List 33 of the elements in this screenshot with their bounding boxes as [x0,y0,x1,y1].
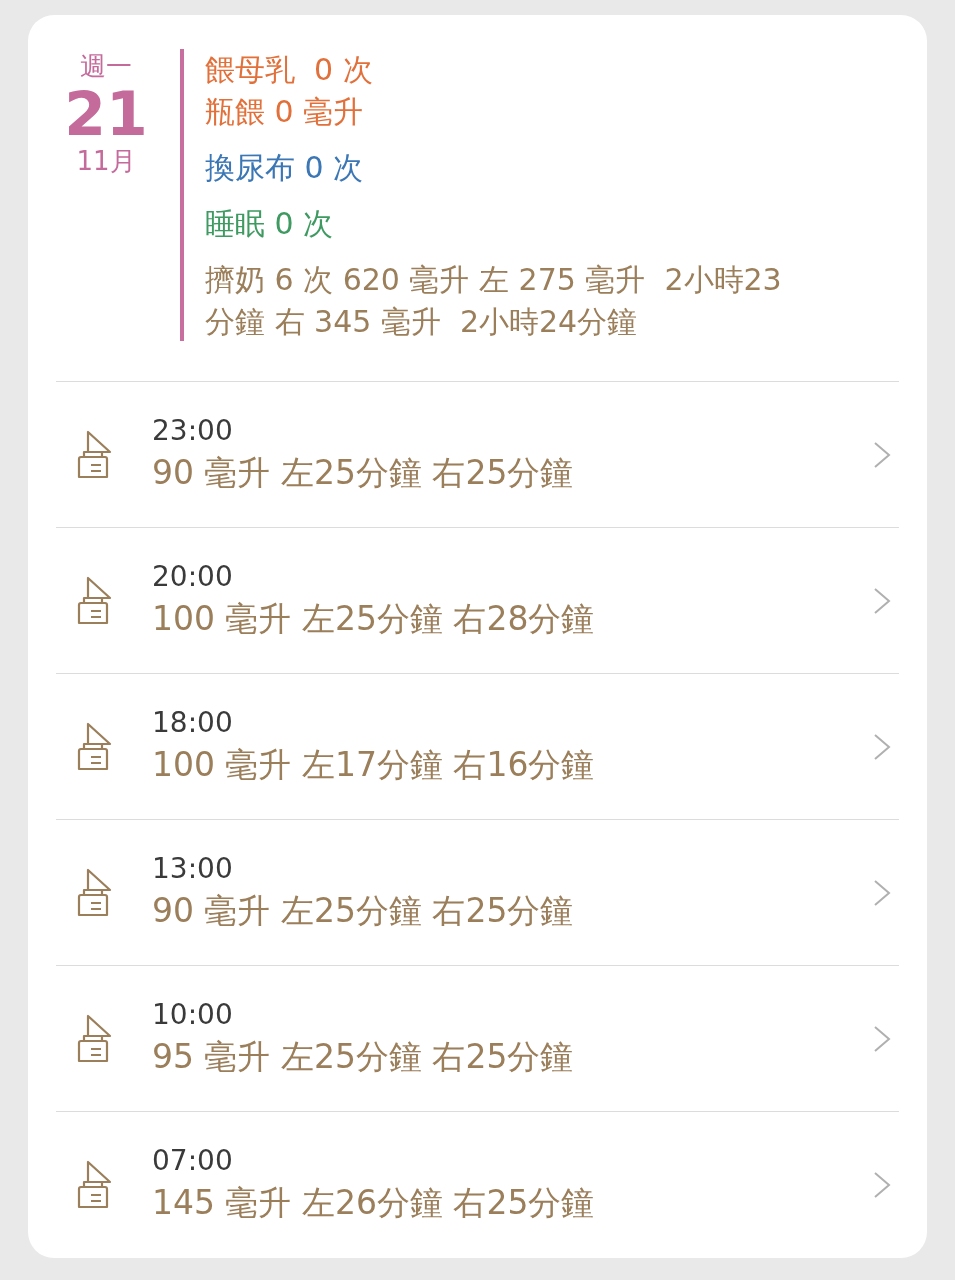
summary-line: 瓶餵 0 毫升 [205,93,365,131]
entry-time: 10:00 [152,996,234,1033]
chevron-icon [873,878,891,907]
entry-time: 13:00 [152,850,234,887]
entry-row[interactable]: 07:00 145 毫升 左26分鐘 右25分鐘 [56,1112,899,1258]
day-number: 21 [64,83,148,145]
entry-detail: 100 毫升 左25分鐘 右28分鐘 [152,597,596,640]
chevron-icon [873,1024,891,1053]
summary-line: 餵母乳 0 次 [205,51,374,89]
entry-time: 07:00 [152,1143,234,1179]
entry-row[interactable]: 20:00 100 毫升 左25分鐘 右28分鐘 [56,528,899,674]
entry-detail: 145 毫升 左26分鐘 右25分鐘 [152,1182,596,1224]
summary-line: 擠奶 6 次 620 毫升 左 275 毫升 2小時23 [205,261,783,299]
entry-row[interactable]: 18:00 100 毫升 左17分鐘 右16分鐘 [56,674,899,820]
summary-line: 換尿布 0 次 [205,149,365,187]
entry-time: 18:00 [152,704,234,741]
weekday: 週一 [80,50,132,83]
entry-row[interactable]: 10:00 95 毫升 左25分鐘 右25分鐘 [56,966,899,1112]
chevron-icon [873,732,891,761]
chevron-icon [873,1171,891,1199]
summary-line: 分鐘 右 345 毫升 2小時24分鐘 [205,303,639,341]
chevron-icon [873,440,891,469]
entry-detail: 90 毫升 左25分鐘 右25分鐘 [152,889,575,932]
entry-row[interactable]: 23:00 90 毫升 左25分鐘 右25分鐘 [56,382,899,528]
summary-line: 睡眠 0 次 [205,205,335,243]
chevron-icon [873,586,891,615]
entry-detail: 100 毫升 左17分鐘 右16分鐘 [152,743,596,786]
entry-time: 23:00 [152,412,234,449]
entry-detail: 95 毫升 左25分鐘 右25分鐘 [152,1035,575,1078]
entry-time: 20:00 [152,558,234,595]
month: 11月 [76,145,136,177]
entry-detail: 90 毫升 左25分鐘 右25分鐘 [152,451,575,494]
entry-row[interactable]: 13:00 90 毫升 左25分鐘 右25分鐘 [56,820,899,966]
